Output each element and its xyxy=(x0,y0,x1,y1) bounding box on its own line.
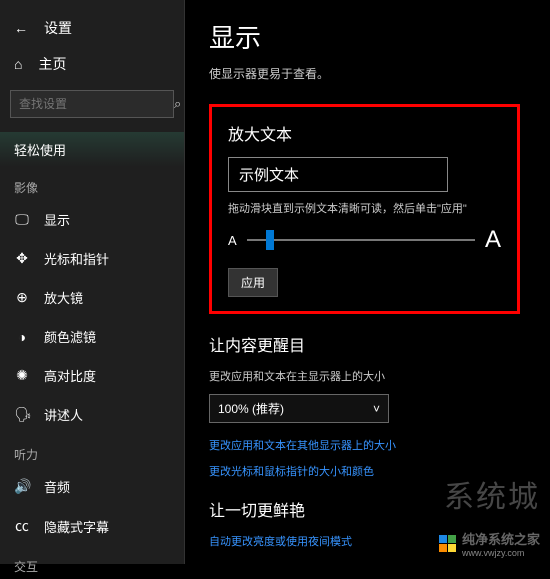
watermark-text: 纯净系统之家 xyxy=(462,529,540,548)
scale-dropdown[interactable]: 100% (推荐) ˅ xyxy=(209,394,389,423)
contrast-icon: ✺ xyxy=(14,367,30,384)
search-input-container[interactable]: ⌕ xyxy=(10,90,174,118)
chevron-down-icon: ˅ xyxy=(373,402,380,416)
nav-label: 隐藏式字幕 xyxy=(44,517,109,536)
text-size-slider[interactable] xyxy=(247,239,475,241)
sidebar-item-colorfilter[interactable]: ◑ 颜色滤镜 xyxy=(0,317,184,356)
nav-label: 放大镜 xyxy=(44,288,83,307)
back-arrow-icon: ← xyxy=(14,20,28,36)
prominent-section: 让内容更醒目 更改应用和文本在主显示器上的大小 100% (推荐) ˅ 更改应用… xyxy=(209,332,520,479)
sample-text-box: 示例文本 xyxy=(228,157,448,192)
nav-label: 颜色滤镜 xyxy=(44,327,96,346)
page-title: 显示 xyxy=(209,18,550,55)
captions-icon: ㏄ xyxy=(14,516,30,536)
small-a-label: A xyxy=(228,233,237,248)
sidebar-group-label: 交互 xyxy=(0,546,184,579)
section-sub: 更改应用和文本在主显示器上的大小 xyxy=(209,368,520,384)
audio-icon: 🔊 xyxy=(14,478,30,495)
window-title: 设置 xyxy=(44,18,72,38)
sidebar-item-display[interactable]: 🖵 显示 xyxy=(0,200,184,239)
section-title: 让一切更鲜艳 xyxy=(209,497,520,521)
sidebar-item-contrast[interactable]: ✺ 高对比度 xyxy=(0,356,184,395)
sidebar-item-cursor[interactable]: ✥ 光标和指针 xyxy=(0,239,184,278)
sidebar-group-label: 听力 xyxy=(0,434,184,467)
slider-thumb[interactable] xyxy=(266,230,274,250)
watermark-url: www.vwjzy.com xyxy=(462,548,540,558)
sidebar-group-label: 影像 xyxy=(0,167,184,200)
sidebar-item-audio[interactable]: 🔊 音频 xyxy=(0,467,184,506)
apply-button[interactable]: 应用 xyxy=(228,268,278,297)
home-nav[interactable]: ⌂ 主页 xyxy=(0,46,184,82)
colorfilter-icon: ◑ xyxy=(14,329,30,345)
site-watermark: 纯净系统之家 www.vwjzy.com xyxy=(439,529,540,558)
cursor-icon: ✥ xyxy=(14,250,30,267)
sidebar-section-title: 轻松使用 xyxy=(0,132,184,167)
page-subtitle: 使显示器更易于查看。 xyxy=(209,65,550,82)
nav-label: 音频 xyxy=(44,477,70,496)
nav-label: 光标和指针 xyxy=(44,249,109,268)
sidebar-item-narrator[interactable]: 🗣 讲述人 xyxy=(0,395,184,434)
cursor-size-link[interactable]: 更改光标和鼠标指针的大小和颜色 xyxy=(209,463,520,479)
section-title: 让内容更醒目 xyxy=(209,332,520,356)
nav-label: 高对比度 xyxy=(44,366,96,385)
other-displays-link[interactable]: 更改应用和文本在其他显示器上的大小 xyxy=(209,437,520,453)
watermark-logo-icon xyxy=(439,535,456,552)
back-button[interactable]: ← 设置 xyxy=(0,10,184,46)
narrator-icon: 🗣 xyxy=(14,406,30,423)
enlarge-text-section: 放大文本 示例文本 拖动滑块直到示例文本清晰可读，然后单击"应用" A A 应用 xyxy=(209,104,520,314)
slider-hint: 拖动滑块直到示例文本清晰可读，然后单击"应用" xyxy=(228,200,501,216)
big-a-label: A xyxy=(485,226,501,254)
dropdown-value: 100% (推荐) xyxy=(218,400,284,417)
search-input[interactable] xyxy=(19,97,174,111)
monitor-icon: 🖵 xyxy=(14,211,30,228)
home-label: 主页 xyxy=(38,54,66,74)
magnifier-icon: ⊕ xyxy=(14,289,30,306)
section-title: 放大文本 xyxy=(228,121,501,145)
sidebar-item-magnifier[interactable]: ⊕ 放大镜 xyxy=(0,278,184,317)
home-icon: ⌂ xyxy=(14,56,22,72)
nav-label: 讲述人 xyxy=(44,405,83,424)
nav-label: 显示 xyxy=(44,210,70,229)
search-icon: ⌕ xyxy=(174,96,181,112)
sidebar-item-captions[interactable]: ㏄隐藏式字幕 xyxy=(0,506,184,546)
